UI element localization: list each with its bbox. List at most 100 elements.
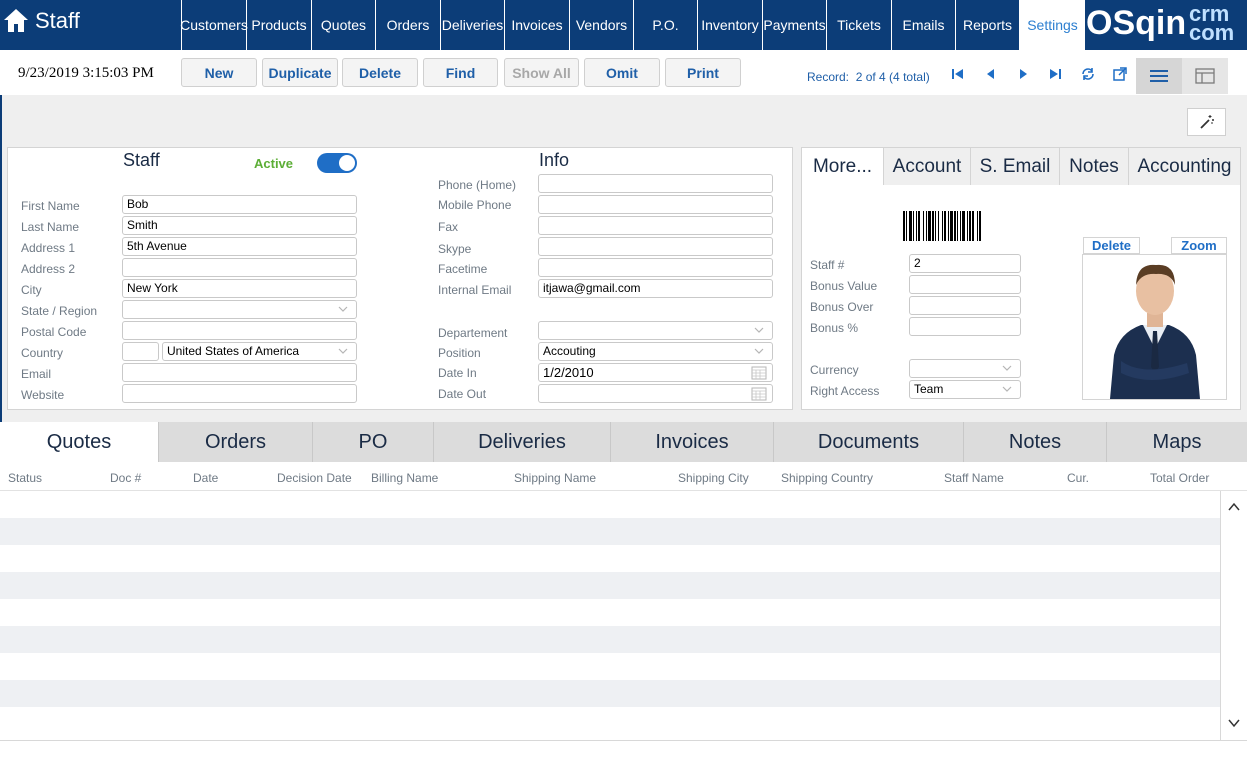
nav-customers[interactable]: Customers <box>180 0 248 50</box>
nav-po[interactable]: P.O. <box>633 0 697 50</box>
list-view-button[interactable] <box>1136 58 1182 94</box>
column-header[interactable]: Shipping Name <box>514 471 596 485</box>
chevron-up-icon[interactable] <box>1227 500 1241 514</box>
column-header[interactable]: Cur. <box>1067 471 1089 485</box>
tab-notes[interactable]: Notes <box>1059 148 1128 185</box>
duplicate-button[interactable]: Duplicate <box>262 58 338 87</box>
email-field[interactable] <box>122 363 357 382</box>
country-code-field[interactable] <box>122 342 159 361</box>
table-scrollbar[interactable] <box>1220 491 1247 740</box>
address1-field[interactable]: 5th Avenue <box>122 237 357 256</box>
position-select[interactable]: Accouting <box>538 342 773 361</box>
photo-delete-button[interactable]: Delete <box>1083 237 1140 254</box>
nav-orders[interactable]: Orders <box>375 0 440 50</box>
tab-bottom-notes[interactable]: Notes <box>963 422 1106 462</box>
column-header[interactable]: Shipping City <box>678 471 749 485</box>
nav-deliveries[interactable]: Deliveries <box>440 0 504 50</box>
nav-payments[interactable]: Payments <box>762 0 826 50</box>
table-view-button[interactable] <box>1182 58 1228 94</box>
bonus-percent-field[interactable] <box>909 317 1021 336</box>
external-link-icon[interactable] <box>1112 66 1128 82</box>
mobile-phone-field[interactable] <box>538 195 773 214</box>
next-record-icon[interactable] <box>1015 66 1031 82</box>
fax-field[interactable] <box>538 216 773 235</box>
last-name-field[interactable]: Smith <box>122 216 357 235</box>
right-access-select[interactable]: Team <box>909 380 1021 399</box>
nav-products[interactable]: Products <box>246 0 311 50</box>
column-header[interactable]: Date <box>193 471 218 485</box>
tab-accounting[interactable]: Accounting <box>1128 148 1240 185</box>
city-field[interactable]: New York <box>122 279 357 298</box>
tab-s-email[interactable]: S. Email <box>970 148 1059 185</box>
show-all-button[interactable]: Show All <box>504 58 579 87</box>
state-select[interactable] <box>122 300 357 319</box>
photo-zoom-button[interactable]: Zoom <box>1171 237 1227 254</box>
table-row[interactable] <box>0 572 1220 599</box>
nav-invoices[interactable]: Invoices <box>504 0 569 50</box>
country-select[interactable]: United States of America <box>162 342 357 361</box>
tab-deliveries[interactable]: Deliveries <box>433 422 610 462</box>
column-header[interactable]: Decision Date <box>277 471 352 485</box>
bonus-over-field[interactable] <box>909 296 1021 315</box>
tab-invoices[interactable]: Invoices <box>610 422 773 462</box>
calendar-icon[interactable] <box>751 387 767 401</box>
table-row[interactable] <box>0 626 1220 653</box>
column-header[interactable]: Shipping Country <box>781 471 873 485</box>
active-toggle[interactable] <box>317 153 357 173</box>
tab-orders[interactable]: Orders <box>158 422 312 462</box>
new-button[interactable]: New <box>181 58 257 87</box>
column-header[interactable]: Total Order <box>1150 471 1209 485</box>
column-header[interactable]: Status <box>8 471 42 485</box>
column-header[interactable]: Doc # <box>110 471 141 485</box>
postal-code-field[interactable] <box>122 321 357 340</box>
skype-field[interactable] <box>538 237 773 256</box>
staff-number-field[interactable]: 2 <box>909 254 1021 273</box>
nav-settings[interactable]: Settings <box>1019 0 1085 50</box>
find-button[interactable]: Find <box>423 58 498 87</box>
tab-more[interactable]: More... <box>802 148 883 185</box>
table-row[interactable] <box>0 545 1220 572</box>
nav-vendors[interactable]: Vendors <box>569 0 633 50</box>
nav-emails[interactable]: Emails <box>891 0 955 50</box>
refresh-icon[interactable] <box>1080 66 1096 82</box>
nav-reports[interactable]: Reports <box>955 0 1019 50</box>
table-row[interactable] <box>0 491 1220 518</box>
home-icon[interactable] <box>2 6 30 34</box>
nav-inventory[interactable]: Inventory <box>697 0 762 50</box>
nav-quotes[interactable]: Quotes <box>311 0 375 50</box>
omit-button[interactable]: Omit <box>584 58 660 87</box>
previous-record-icon[interactable] <box>983 66 999 82</box>
bonus-value-field[interactable] <box>909 275 1021 294</box>
magic-wand-button[interactable] <box>1187 108 1226 136</box>
first-name-field[interactable]: Bob <box>122 195 357 214</box>
table-row[interactable] <box>0 599 1220 626</box>
internal-email-field[interactable]: itjawa@gmail.com <box>538 279 773 298</box>
facetime-field[interactable] <box>538 258 773 277</box>
column-header[interactable]: Staff Name <box>944 471 1004 485</box>
phone-home-field[interactable] <box>538 174 773 193</box>
delete-button[interactable]: Delete <box>342 58 418 87</box>
print-button[interactable]: Print <box>665 58 741 87</box>
address2-field[interactable] <box>122 258 357 277</box>
table-row[interactable] <box>0 653 1220 680</box>
nav-tickets[interactable]: Tickets <box>826 0 891 50</box>
first-record-icon[interactable] <box>950 66 966 82</box>
tab-quotes[interactable]: Quotes <box>0 422 158 462</box>
staff-section-title: Staff <box>123 150 160 170</box>
table-row[interactable] <box>0 680 1220 707</box>
chevron-down-icon[interactable] <box>1227 716 1241 730</box>
calendar-icon[interactable] <box>751 366 767 380</box>
last-record-icon[interactable] <box>1047 66 1063 82</box>
tab-account[interactable]: Account <box>883 148 970 185</box>
table-row[interactable] <box>0 707 1220 740</box>
table-row[interactable] <box>0 518 1220 545</box>
date-in-field[interactable]: 1/2/2010 <box>538 363 773 382</box>
tab-documents[interactable]: Documents <box>773 422 963 462</box>
currency-select[interactable] <box>909 359 1021 378</box>
website-field[interactable] <box>122 384 357 403</box>
department-select[interactable] <box>538 321 773 340</box>
tab-po[interactable]: PO <box>312 422 433 462</box>
tab-maps[interactable]: Maps <box>1106 422 1247 462</box>
date-out-field[interactable] <box>538 384 773 403</box>
column-header[interactable]: Billing Name <box>371 471 438 485</box>
